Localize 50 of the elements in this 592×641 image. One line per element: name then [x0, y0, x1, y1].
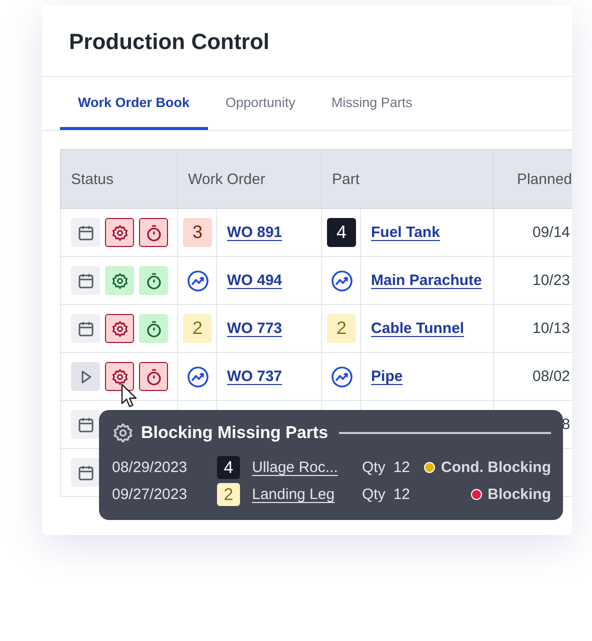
count-badge: 3 — [183, 218, 212, 247]
qty-label: Qty — [362, 486, 386, 503]
status-label: Blocking — [488, 486, 551, 503]
part-link[interactable]: Fuel Tank — [371, 224, 440, 241]
gear-icon[interactable] — [105, 266, 134, 295]
calendar-icon[interactable] — [71, 266, 100, 295]
planned-date: 10/13 — [532, 320, 570, 337]
qty-value: 12 — [393, 459, 410, 476]
count-badge: 2 — [217, 483, 240, 506]
calendar-icon[interactable] — [71, 458, 100, 487]
qty-value: 12 — [393, 486, 410, 503]
calendar-icon[interactable] — [71, 218, 100, 247]
missing-part-date: 08/29/2023 — [112, 459, 188, 476]
calendar-icon[interactable] — [71, 314, 100, 343]
column-header: Status — [60, 150, 178, 208]
tab[interactable]: Opportunity — [208, 77, 314, 130]
status-label: Cond. Blocking — [441, 459, 551, 476]
play-icon[interactable] — [71, 362, 100, 391]
qty-label: Qty — [362, 459, 386, 476]
tab[interactable]: Missing Parts — [313, 77, 430, 130]
tooltip-title: Blocking Missing Parts — [141, 423, 328, 443]
column-header: Planned — [494, 150, 572, 208]
count-badge: 2 — [183, 314, 212, 343]
count-badge: 4 — [217, 456, 240, 479]
work-order-link[interactable]: WO 494 — [227, 272, 282, 289]
tab[interactable]: Work Order Book — [60, 77, 208, 130]
count-badge: 2 — [327, 314, 356, 343]
stopwatch-icon[interactable] — [139, 266, 168, 295]
stopwatch-icon[interactable] — [139, 314, 168, 343]
gear-icon[interactable] — [105, 314, 134, 343]
work-order-link[interactable]: WO 891 — [227, 224, 282, 241]
part-link[interactable]: Ullage Roc... — [252, 459, 352, 476]
gear-icon[interactable] — [105, 218, 134, 247]
part-link[interactable]: Pipe — [371, 368, 403, 385]
planned-date: 10/23 — [532, 272, 570, 289]
planned-date: 08/02 — [532, 368, 570, 385]
work-order-link[interactable]: WO 737 — [227, 368, 282, 385]
calendar-icon[interactable] — [71, 410, 100, 439]
part-link[interactable]: Landing Leg — [252, 486, 352, 503]
planned-date: 09/14 — [532, 224, 570, 241]
work-order-link[interactable]: WO 773 — [227, 320, 282, 337]
column-header: Part — [322, 150, 494, 208]
page-title: Production Control — [42, 5, 572, 77]
column-header: Work Order — [178, 150, 322, 208]
gear-icon[interactable] — [105, 362, 134, 391]
gear-icon — [112, 422, 134, 444]
count-badge: 4 — [327, 218, 356, 247]
stopwatch-icon[interactable] — [139, 362, 168, 391]
stopwatch-icon[interactable] — [139, 218, 168, 247]
missing-part-date: 09/27/2023 — [112, 486, 188, 503]
